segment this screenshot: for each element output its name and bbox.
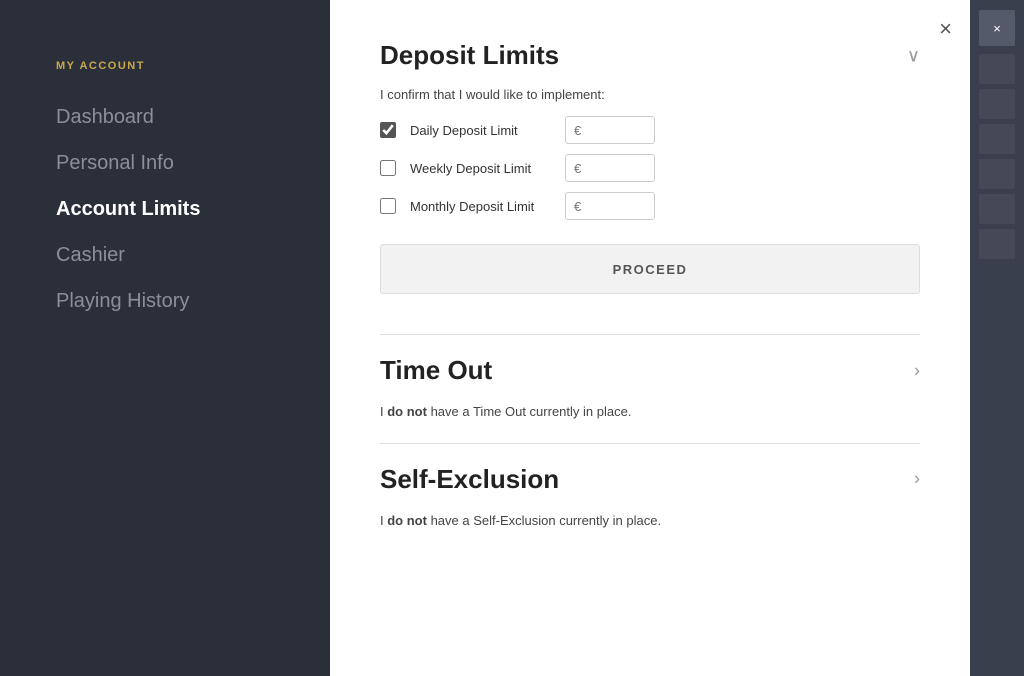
strip-bar-4 [979, 159, 1015, 189]
weekly-limit-row: Weekly Deposit Limit [380, 154, 920, 182]
self-exclusion-bold: do not [387, 513, 427, 528]
proceed-button[interactable]: PROCEED [380, 244, 920, 294]
deposit-limits-chevron[interactable]: ∨ [907, 45, 920, 66]
sidebar-item-account-limits[interactable]: Account Limits [56, 186, 274, 232]
panel: × Deposit Limits ∨ I confirm that I woul… [330, 0, 970, 676]
strip-bar-5 [979, 194, 1015, 224]
time-out-bold: do not [387, 404, 427, 419]
strip-bar-6 [979, 229, 1015, 259]
time-out-section: Time Out › I do not have a Time Out curr… [380, 355, 920, 423]
divider-1 [380, 334, 920, 335]
strip-bar-3 [979, 124, 1015, 154]
right-strip: × [970, 0, 1024, 676]
monthly-limit-input[interactable] [565, 192, 655, 220]
time-out-text: I do not have a Time Out currently in pl… [380, 402, 920, 423]
self-exclusion-section: Self-Exclusion › I do not have a Self-Ex… [380, 464, 920, 532]
strip-bar-1 [979, 54, 1015, 84]
weekly-limit-checkbox[interactable] [380, 160, 396, 176]
sidebar-item-cashier[interactable]: Cashier [56, 232, 274, 278]
self-exclusion-title: Self-Exclusion [380, 464, 559, 494]
monthly-limit-row: Monthly Deposit Limit [380, 192, 920, 220]
deposit-limits-title: Deposit Limits [380, 40, 559, 70]
close-button[interactable]: × [939, 18, 952, 40]
daily-limit-checkbox[interactable] [380, 122, 396, 138]
main-area: × Deposit Limits ∨ I confirm that I woul… [330, 0, 970, 676]
daily-limit-input[interactable] [565, 116, 655, 144]
deposit-limits-header: Deposit Limits ∨ [380, 40, 920, 71]
strip-close-button[interactable]: × [979, 10, 1015, 46]
weekly-limit-input[interactable] [565, 154, 655, 182]
sidebar-item-playing-history[interactable]: Playing History [56, 278, 274, 324]
confirm-text: I confirm that I would like to implement… [380, 87, 920, 102]
sidebar: MY ACCOUNT Dashboard Personal Info Accou… [0, 0, 330, 676]
time-out-title: Time Out [380, 355, 492, 385]
time-out-chevron[interactable]: › [914, 360, 920, 381]
weekly-limit-label: Weekly Deposit Limit [410, 161, 555, 176]
self-exclusion-chevron[interactable]: › [914, 469, 920, 490]
monthly-limit-label: Monthly Deposit Limit [410, 199, 555, 214]
divider-2 [380, 443, 920, 444]
monthly-limit-checkbox[interactable] [380, 198, 396, 214]
daily-limit-row: Daily Deposit Limit [380, 116, 920, 144]
self-exclusion-header: Self-Exclusion › [380, 464, 920, 495]
sidebar-item-personal-info[interactable]: Personal Info [56, 140, 274, 186]
sidebar-item-dashboard[interactable]: Dashboard [56, 94, 274, 140]
time-out-header: Time Out › [380, 355, 920, 386]
sidebar-section-label: MY ACCOUNT [56, 60, 274, 72]
daily-limit-label: Daily Deposit Limit [410, 123, 555, 138]
deposit-limits-section: Deposit Limits ∨ I confirm that I would … [380, 40, 920, 314]
self-exclusion-text: I do not have a Self-Exclusion currently… [380, 511, 920, 532]
strip-bar-2 [979, 89, 1015, 119]
